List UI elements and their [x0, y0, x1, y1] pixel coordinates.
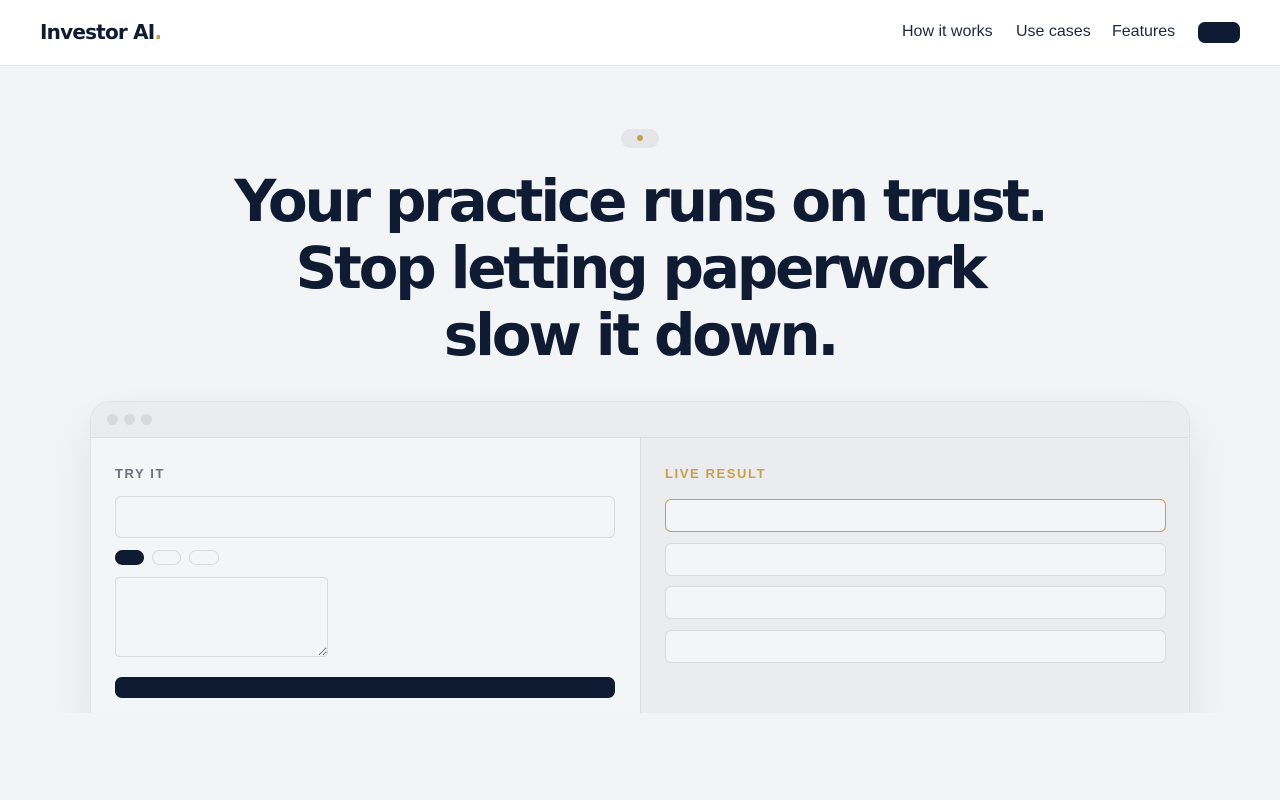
result-row-highlighted [665, 499, 1166, 532]
result-row [665, 586, 1166, 619]
demo-window: TRY IT LIVE RESULT [90, 401, 1190, 741]
window-title-bar [91, 402, 1189, 438]
live-result-panel: LIVE RESULT [640, 438, 1189, 740]
hero-badge [621, 129, 659, 148]
nav-link-use-cases[interactable]: Use cases [1016, 23, 1091, 41]
try-it-label: TRY IT [115, 466, 166, 481]
result-row [665, 543, 1166, 576]
demo-input-field[interactable] [115, 496, 615, 538]
nav-link-features[interactable]: Features [1112, 23, 1175, 41]
badge-dot-icon [637, 135, 643, 141]
option-chip[interactable] [189, 550, 219, 565]
logo[interactable]: Investor AI. [40, 20, 162, 44]
hero-headline: Your practice runs on trust. Stop lettin… [140, 168, 1140, 369]
logo-text: Investor AI [40, 20, 155, 44]
option-chip[interactable] [152, 550, 181, 565]
window-dot-icon [124, 414, 135, 425]
headline-line-2: Stop letting paperwork [295, 234, 988, 302]
window-dot-icon [107, 414, 118, 425]
window-dot-icon [141, 414, 152, 425]
logo-dot: . [154, 20, 162, 44]
page-bottom-area [0, 713, 1280, 800]
demo-textarea[interactable] [115, 577, 328, 657]
headline-line-3: slow it down. [443, 301, 840, 369]
top-navigation-bar: Investor AI. How it works Use cases Feat… [0, 0, 1280, 66]
header-cta-button[interactable] [1198, 22, 1240, 43]
try-it-panel: TRY IT [91, 438, 640, 740]
option-chip-selected[interactable] [115, 550, 144, 565]
demo-submit-button[interactable] [115, 677, 615, 698]
live-result-label: LIVE RESULT [665, 466, 767, 481]
headline-line-1: Your practice runs on trust. [234, 167, 1049, 235]
nav-link-how-it-works[interactable]: How it works [902, 23, 993, 41]
result-row [665, 630, 1166, 663]
